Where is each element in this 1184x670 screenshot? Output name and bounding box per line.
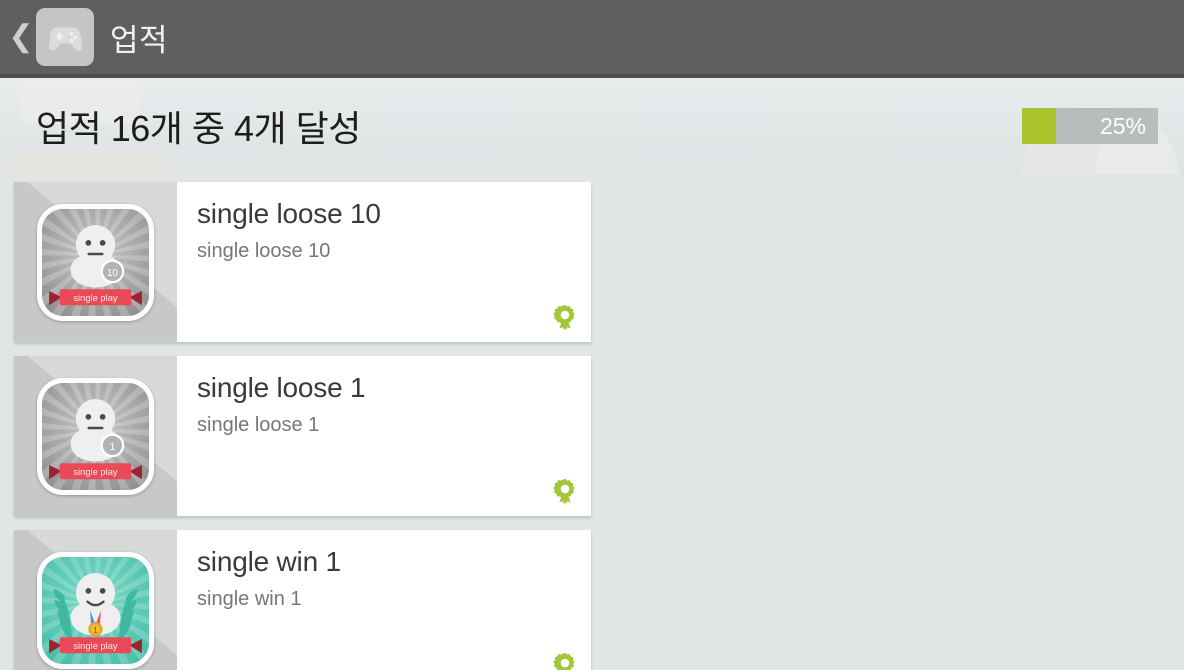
achievement-summary-text: 업적 16개 중 4개 달성 [36, 108, 361, 149]
achievement-description: single loose 1 [197, 414, 320, 437]
app-header: ❮ 업적 [0, 0, 1184, 78]
background-watermark [8, 150, 168, 174]
svg-text:single play: single play [73, 640, 118, 650]
achievement-card[interactable]: 1 single play single loose 1 single loose… [14, 356, 591, 516]
svg-text:1: 1 [93, 625, 98, 634]
achievement-badge-pane: 1 single play [14, 356, 177, 516]
achievement-card-body: single loose 1 single loose 1 [177, 356, 591, 516]
back-chevron-icon[interactable]: ❮ [8, 0, 34, 76]
page-title: 업적 [110, 22, 169, 58]
svg-text:single play: single play [73, 292, 118, 302]
award-rosette-icon [553, 652, 577, 670]
achievement-card-body: single win 1 single win 1 [177, 530, 591, 670]
achievement-title: single loose 10 [197, 198, 381, 229]
achievement-badge-pane: 10 single play [14, 182, 177, 342]
achievement-grid: 10 single play single loose 10 single loo… [0, 174, 1184, 670]
award-rosette-icon [553, 304, 577, 332]
award-rosette-icon [553, 478, 577, 506]
achievement-badge-icon: 10 single play [37, 203, 154, 321]
achievement-summary-bar: 업적 16개 중 4개 달성 25% [0, 78, 1184, 174]
svg-text:single play: single play [73, 466, 118, 476]
achievement-badge-icon: 1 single play [37, 377, 154, 495]
progress-percent-label: 25% [1099, 112, 1146, 139]
achievement-card-body: single loose 10 single loose 10 [177, 182, 591, 342]
achievement-card[interactable]: 1 single play single win 1 single win 1 [14, 530, 591, 670]
achievement-badge-pane: 1 single play [14, 530, 177, 670]
progress-bar: 25% [1022, 108, 1158, 144]
achievement-badge-icon: 1 single play [37, 551, 154, 669]
achievement-title: single win 1 [197, 546, 341, 577]
achievement-card[interactable]: 10 single play single loose 10 single loo… [14, 182, 591, 342]
gamepad-icon[interactable] [36, 8, 94, 66]
achievement-title: single loose 1 [197, 372, 366, 403]
progress-bar-fill [1022, 108, 1056, 144]
achievement-description: single win 1 [197, 588, 302, 611]
svg-text:10: 10 [107, 267, 118, 278]
achievement-description: single loose 10 [197, 240, 331, 263]
svg-text:1: 1 [110, 441, 115, 452]
